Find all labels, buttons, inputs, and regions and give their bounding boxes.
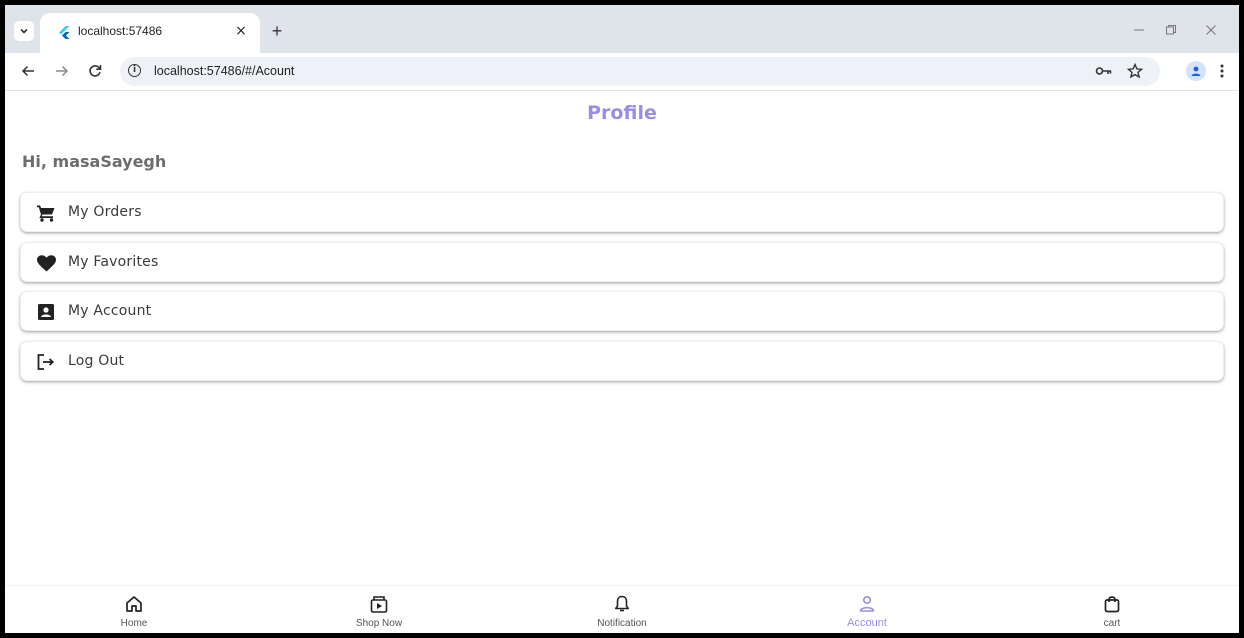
kebab-menu-icon[interactable] (1212, 59, 1232, 83)
menu-item-label: My Account (68, 303, 152, 319)
nav-home[interactable]: Home (11, 586, 257, 633)
minimize-icon[interactable] (1125, 19, 1153, 41)
person-icon (857, 594, 877, 614)
close-window-icon[interactable] (1197, 19, 1225, 41)
url-text[interactable]: localhost:57486/#/Acount (154, 64, 294, 78)
bell-icon (612, 594, 632, 614)
address-bar[interactable]: i localhost:57486/#/Acount (120, 57, 1160, 86)
heart-icon (36, 253, 56, 273)
nav-label: Home (120, 618, 148, 629)
nav-label: Notification (597, 618, 647, 629)
restore-icon[interactable] (1157, 19, 1185, 41)
reload-icon[interactable] (83, 59, 107, 83)
back-icon[interactable] (16, 59, 40, 83)
forward-icon[interactable] (50, 59, 74, 83)
tab-title: localhost:57486 (78, 24, 163, 38)
nav-cart[interactable]: cart (989, 586, 1235, 633)
new-tab-button[interactable]: + (265, 19, 289, 43)
greeting-text: Hi, masaSayegh (22, 152, 167, 171)
home-icon (124, 594, 144, 614)
menu-item-my-account[interactable]: My Account (20, 291, 1224, 331)
menu-item-label: Log Out (68, 353, 125, 369)
chevron-down-icon (20, 28, 28, 34)
nav-label: Shop Now (355, 618, 403, 629)
browser-tab[interactable]: localhost:57486 × (40, 13, 260, 53)
profile-avatar-icon[interactable] (1186, 61, 1206, 81)
account-box-icon (36, 302, 56, 322)
menu-item-log-out[interactable]: Log Out (20, 341, 1224, 381)
menu-item-label: My Favorites (68, 254, 159, 270)
menu-item-my-favorites[interactable]: My Favorites (20, 242, 1224, 282)
flutter-icon (59, 26, 70, 39)
logout-icon (36, 352, 56, 372)
browser-toolbar: i localhost:57486/#/Acount (5, 53, 1239, 91)
page-title: Profile (587, 102, 657, 124)
bottom-navigation: Home Shop Now Notification Account cart (5, 585, 1239, 633)
cart-icon (36, 203, 56, 223)
menu-item-my-orders[interactable]: My Orders (20, 192, 1224, 232)
nav-shop-now[interactable]: Shop Now (256, 586, 502, 633)
nav-notification[interactable]: Notification (499, 586, 745, 633)
key-icon[interactable] (1094, 61, 1114, 81)
shop-icon (369, 594, 389, 614)
tab-close-icon[interactable]: × (230, 20, 252, 42)
nav-label: Account (847, 617, 887, 629)
nav-account[interactable]: Account (744, 586, 990, 633)
browser-window: localhost:57486 × + i localhost:57486/#/… (5, 5, 1239, 633)
nav-label: cart (1103, 618, 1121, 629)
tab-bar: localhost:57486 × + (5, 5, 1239, 53)
tab-search-button[interactable] (14, 21, 34, 41)
bookmark-star-icon[interactable] (1125, 61, 1145, 81)
bag-icon (1102, 594, 1122, 614)
site-info-icon[interactable]: i (128, 64, 141, 77)
menu-item-label: My Orders (68, 204, 142, 220)
